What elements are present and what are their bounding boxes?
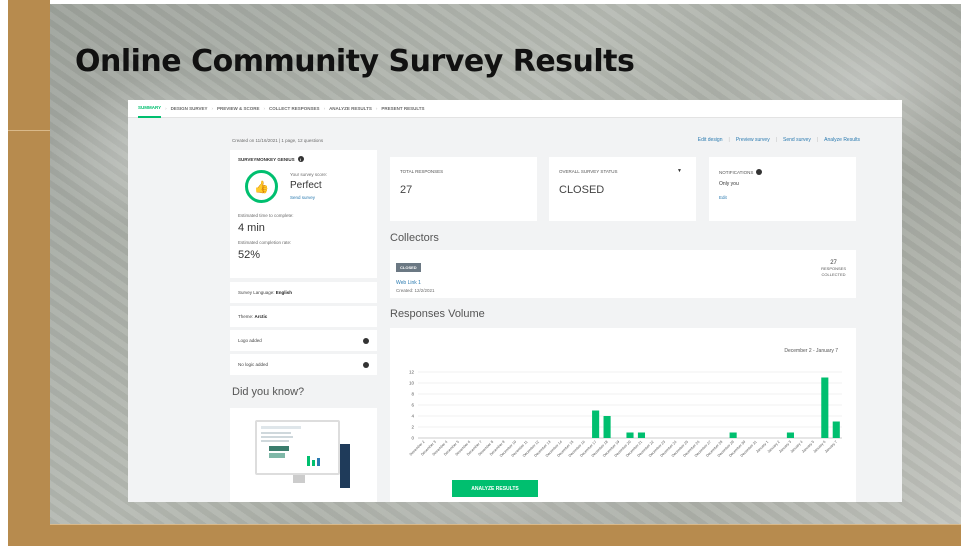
collector-status-badge: CLOSED xyxy=(396,263,421,272)
slide: Online Community Survey Results SUMMARY ›… xyxy=(0,0,961,546)
chart-bar xyxy=(832,421,840,438)
caret-down-icon[interactable]: ▼ xyxy=(677,168,682,174)
edit-design-link[interactable]: Edit design xyxy=(698,137,723,143)
score-label: Your survey score: xyxy=(290,172,328,177)
chart-bar xyxy=(592,410,600,438)
genius-header: SURVEYMONKEY GENIUS xyxy=(238,156,295,162)
tab-present-results[interactable]: PRESENT RESULTS xyxy=(381,100,424,118)
x-tick-label: January 7 xyxy=(824,440,838,454)
analyze-results-button[interactable]: ANALYZE RESULTS xyxy=(452,480,538,497)
did-you-know-card[interactable] xyxy=(230,408,377,502)
chart-bar xyxy=(603,416,611,438)
logic-text: No logic added xyxy=(238,362,269,367)
slide-title: Online Community Survey Results xyxy=(75,44,635,79)
chart-bar xyxy=(786,432,794,438)
notifications-value: Only you xyxy=(719,181,739,187)
info-icon[interactable] xyxy=(363,337,369,344)
language-row[interactable]: Survey Language: English xyxy=(230,282,377,303)
language-value: English xyxy=(275,290,293,295)
y-tick-label: 8 xyxy=(411,392,414,397)
collector-responses-label2: COLLECTED xyxy=(821,272,846,277)
left-accent-stripe xyxy=(8,0,50,546)
logo-row[interactable]: Logo added xyxy=(230,330,377,351)
tab-collect-responses[interactable]: COLLECT RESPONSES xyxy=(269,100,320,118)
total-responses-label: TOTAL RESPONSES xyxy=(400,169,444,174)
est-time-value: 4 min xyxy=(238,222,265,234)
y-tick-label: 12 xyxy=(409,370,415,375)
info-icon[interactable] xyxy=(363,361,369,368)
info-icon[interactable] xyxy=(756,169,763,175)
monitor-illustration xyxy=(255,420,340,483)
tab-analyze-results[interactable]: ANALYZE RESULTS xyxy=(329,100,372,118)
chart-bar xyxy=(637,432,646,438)
top-nav: SUMMARY › DESIGN SURVEY › PREVIEW & SCORE ›… xyxy=(128,100,902,118)
est-time-label: Estimated time to complete: xyxy=(238,213,294,218)
phone-illustration xyxy=(340,444,350,488)
preview-survey-link[interactable]: Preview survey xyxy=(736,137,770,143)
genius-send-survey-link[interactable]: Send survey xyxy=(290,195,315,200)
y-tick-label: 6 xyxy=(411,403,414,408)
tab-design-survey[interactable]: DESIGN SURVEY xyxy=(171,100,208,118)
total-responses-card: TOTAL RESPONSES 27 xyxy=(390,157,537,221)
analyze-results-link[interactable]: Analyze Results xyxy=(824,137,860,143)
est-rate-label: Estimated completion rate: xyxy=(238,240,292,245)
chart-bar xyxy=(821,377,829,438)
theme-label: Theme: xyxy=(238,314,254,319)
theme-value: Arctic xyxy=(254,314,268,319)
collector-responses: 27 RESPONSES COLLECTED xyxy=(821,260,846,278)
chart-bar xyxy=(729,432,737,438)
send-survey-link[interactable]: Send survey xyxy=(783,137,811,143)
info-icon[interactable]: i xyxy=(297,156,304,162)
responses-volume-card: December 2 - January 7 0 2 4 6 8 10 12 December… xyxy=(390,328,856,502)
notifications-edit-link[interactable]: Edit xyxy=(719,195,846,200)
responses-volume-heading: Responses Volume xyxy=(390,308,485,320)
survey-status-label: OVERALL SURVEY STATUS xyxy=(559,169,618,174)
chart-bar xyxy=(626,432,634,438)
survey-status-card[interactable]: OVERALL SURVEY STATUS ▼ CLOSED xyxy=(549,157,696,221)
thumbs-up-icon: 👍 xyxy=(245,170,278,203)
theme-row[interactable]: Theme: Arctic xyxy=(230,306,377,327)
logic-row[interactable]: No logic added xyxy=(230,354,377,375)
y-tick-label: 0 xyxy=(411,436,414,441)
collector-created: Created: 12/2/2021 xyxy=(396,288,435,293)
action-links: Edit design | Preview survey | Send survey… xyxy=(697,137,860,143)
collector-card[interactable]: CLOSED Web Link 1 Created: 12/2/2021 27 … xyxy=(390,250,856,298)
est-rate-value: 52% xyxy=(238,249,261,261)
notifications-card: NOTIFICATIONS Only you Edit xyxy=(709,157,856,221)
y-tick-label: 4 xyxy=(411,414,414,419)
survey-status-value: CLOSED xyxy=(559,184,605,196)
created-info: Created on 11/16/2021 | 1 page, 12 quest… xyxy=(232,138,324,143)
survey-score: Perfect xyxy=(290,180,322,191)
y-tick-label: 10 xyxy=(409,381,415,386)
responses-volume-chart: 024681012December 2December 3December 4D… xyxy=(409,370,842,458)
survey-summary-screenshot: SUMMARY › DESIGN SURVEY › PREVIEW & SCORE ›… xyxy=(128,100,902,502)
tab-summary[interactable]: SUMMARY xyxy=(138,100,162,118)
collector-name-link[interactable]: Web Link 1 xyxy=(396,280,850,286)
tab-preview-score[interactable]: PREVIEW & SCORE xyxy=(217,100,260,118)
did-you-know-heading: Did you know? xyxy=(232,386,305,398)
genius-panel: SURVEYMONKEY GENIUS i 👍 Your survey score… xyxy=(230,150,377,278)
notifications-label: NOTIFICATIONS xyxy=(719,169,754,175)
bottom-accent-bar xyxy=(50,524,961,546)
logo-text: Logo added xyxy=(238,338,262,343)
language-label: Survey Language: xyxy=(238,290,275,295)
total-responses-value: 27 xyxy=(400,184,413,196)
y-tick-label: 2 xyxy=(411,425,414,430)
collectors-heading: Collectors xyxy=(390,232,439,244)
